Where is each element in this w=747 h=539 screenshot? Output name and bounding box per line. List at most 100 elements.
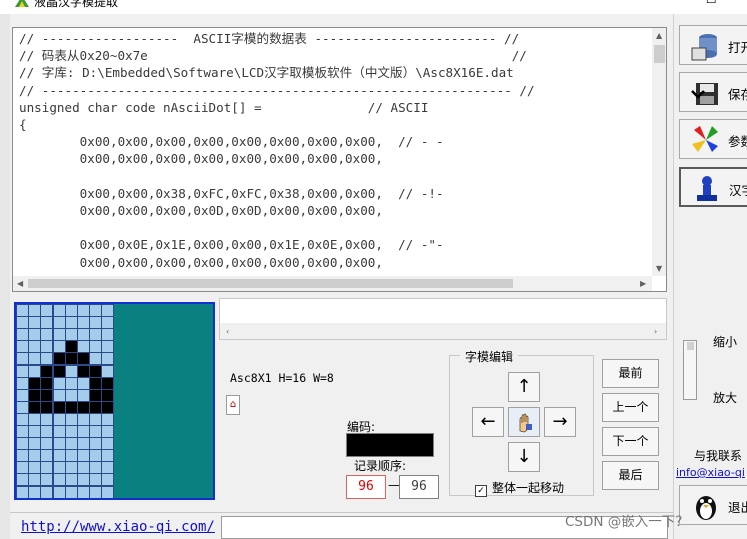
glyph-pixel-cell[interactable] — [65, 413, 77, 425]
move-down-button[interactable]: ↓ — [508, 442, 540, 472]
glyph-pixel-cell[interactable] — [102, 305, 114, 316]
glyph-pixel-cell[interactable] — [41, 389, 53, 401]
first-button[interactable]: 最前 — [602, 359, 659, 388]
glyph-pixel-cell[interactable] — [78, 305, 89, 316]
glyph-pixel-cell[interactable] — [102, 474, 114, 486]
glyph-pixel-cell[interactable] — [90, 474, 102, 486]
glyph-pixel-cell[interactable] — [90, 365, 102, 377]
glyph-pixel-cell[interactable] — [53, 438, 65, 450]
glyph-pixel-cell[interactable] — [78, 329, 89, 341]
glyph-pixel-cell[interactable] — [102, 438, 114, 450]
glyph-pixel-cell[interactable] — [53, 426, 65, 437]
glyph-pixel-cell[interactable] — [65, 438, 77, 450]
glyph-pixel-cell[interactable] — [29, 462, 41, 474]
glyph-pixel-cell[interactable] — [41, 401, 53, 413]
zoom-slider-thumb[interactable] — [687, 342, 694, 350]
glyph-pixel-cell[interactable] — [90, 329, 102, 341]
contact-email-link[interactable]: info@xiao-qi — [676, 466, 745, 479]
record-order-end-input[interactable]: 96 — [399, 475, 439, 499]
scroll-down-icon[interactable]: ▼ — [656, 264, 662, 273]
glyph-pixel-cell[interactable] — [41, 329, 53, 341]
glyph-pixel-cell[interactable] — [17, 438, 28, 450]
glyph-pixel-cell[interactable] — [102, 365, 114, 377]
glyph-pixel-cell[interactable] — [78, 365, 89, 377]
glyph-pixel-cell[interactable] — [53, 353, 65, 365]
glyph-pixel-cell[interactable] — [65, 462, 77, 474]
glyph-pixel-cell[interactable] — [41, 426, 53, 437]
glyph-pixel-cell[interactable] — [90, 438, 102, 450]
glyph-pixel-cell[interactable] — [78, 401, 89, 413]
horizontal-scroll-thumb[interactable] — [28, 279, 513, 288]
record-order-start-input[interactable]: 96 — [346, 475, 386, 499]
glyph-pixel-cell[interactable] — [17, 486, 28, 498]
glyph-pixel-cell[interactable] — [78, 353, 89, 365]
glyph-pixel-cell[interactable] — [65, 401, 77, 413]
scroll-right-icon[interactable]: ▶ — [640, 279, 646, 288]
glyph-pixel-cell[interactable] — [41, 341, 53, 353]
glyph-pixel-cell[interactable] — [53, 329, 65, 341]
chinese-chars-button[interactable]: 汉字 — [679, 167, 747, 207]
glyph-pixel-cell[interactable] — [29, 426, 41, 437]
glyph-pixel-cell[interactable] — [78, 317, 89, 329]
exit-button[interactable]: 退出 — [679, 485, 747, 525]
glyph-pixel-cell[interactable] — [102, 413, 114, 425]
glyph-pixel-cell[interactable] — [41, 365, 53, 377]
glyph-pixel-cell[interactable] — [17, 317, 28, 329]
glyph-pixel-cell[interactable] — [90, 462, 102, 474]
glyph-pixel-cell[interactable] — [29, 317, 41, 329]
checkbox-check-icon[interactable]: ✓ — [475, 485, 487, 497]
glyph-pixel-cell[interactable] — [41, 377, 53, 389]
window-controls[interactable]: — ☐ — [690, 0, 747, 6]
glyph-pixel-cell[interactable] — [90, 353, 102, 365]
glyph-pixel-cell[interactable] — [53, 413, 65, 425]
glyph-pixel-cell[interactable] — [102, 317, 114, 329]
glyph-pixel-cell[interactable] — [17, 305, 28, 316]
glyph-pixel-cell[interactable] — [53, 377, 65, 389]
glyph-pixel-cell[interactable] — [102, 426, 114, 437]
glyph-pixel-cell[interactable] — [53, 365, 65, 377]
glyph-pixel-cell[interactable] — [17, 462, 28, 474]
glyph-pixel-cell[interactable] — [17, 474, 28, 486]
glyph-pixel-cell[interactable] — [29, 377, 41, 389]
glyph-pixel-cell[interactable] — [90, 486, 102, 498]
glyph-pixel-cell[interactable] — [90, 305, 102, 316]
glyph-pixel-cell[interactable] — [78, 438, 89, 450]
glyph-pixel-cell[interactable] — [90, 389, 102, 401]
preview-scroll-right-icon[interactable]: › — [654, 327, 657, 336]
glyph-pixel-cell[interactable] — [29, 353, 41, 365]
next-button[interactable]: 下一个 — [602, 427, 659, 456]
glyph-pixel-cell[interactable] — [90, 426, 102, 437]
preview-scroll-left-icon[interactable]: ‹ — [226, 327, 229, 336]
glyph-pixel-cell[interactable] — [102, 341, 114, 353]
glyph-pixel-grid[interactable] — [16, 304, 114, 498]
glyph-pixel-cell[interactable] — [102, 401, 114, 413]
code-output-area[interactable]: // ------------------ ASCII字模的数据表 ------… — [12, 27, 667, 292]
glyph-pixel-cell[interactable] — [102, 450, 114, 462]
glyph-pixel-cell[interactable] — [65, 353, 77, 365]
glyph-pixel-cell[interactable] — [17, 389, 28, 401]
glyph-pixel-cell[interactable] — [41, 438, 53, 450]
glyph-pixel-cell[interactable] — [65, 426, 77, 437]
glyph-pixel-cell[interactable] — [17, 426, 28, 437]
glyph-pixel-cell[interactable] — [53, 401, 65, 413]
glyph-pixel-cell[interactable] — [78, 426, 89, 437]
glyph-pixel-cell[interactable] — [65, 365, 77, 377]
glyph-pixel-cell[interactable] — [78, 413, 89, 425]
glyph-pixel-cell[interactable] — [53, 305, 65, 316]
move-right-button[interactable]: → — [544, 407, 576, 437]
vertical-scroll-thumb[interactable] — [654, 45, 665, 63]
glyph-pixel-cell[interactable] — [65, 317, 77, 329]
glyph-pixel-cell[interactable] — [53, 462, 65, 474]
glyph-pixel-cell[interactable] — [29, 341, 41, 353]
glyph-pixel-cell[interactable] — [65, 450, 77, 462]
glyph-pixel-cell[interactable] — [29, 389, 41, 401]
glyph-pixel-cell[interactable] — [17, 450, 28, 462]
glyph-pixel-cell[interactable] — [65, 486, 77, 498]
move-up-button[interactable]: ↑ — [508, 372, 540, 402]
glyph-pixel-cell[interactable] — [53, 474, 65, 486]
glyph-pixel-cell[interactable] — [29, 365, 41, 377]
glyph-pixel-cell[interactable] — [53, 317, 65, 329]
horizontal-scrollbar[interactable]: ◀ ▶ — [13, 276, 652, 291]
glyph-pixel-cell[interactable] — [90, 377, 102, 389]
glyph-pixel-cell[interactable] — [53, 450, 65, 462]
